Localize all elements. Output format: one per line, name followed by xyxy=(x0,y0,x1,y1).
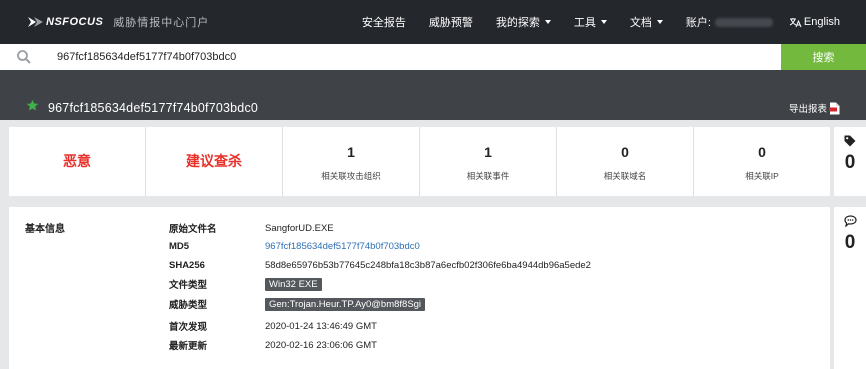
stat-label: 相关联事件 xyxy=(466,171,510,181)
tags-count: 0 xyxy=(844,152,856,173)
tag-icon xyxy=(844,135,856,147)
language-switch[interactable]: English xyxy=(789,16,840,28)
row-label: MD5 xyxy=(169,240,190,252)
stat-label: 相关联IP xyxy=(745,171,779,181)
comments-count: 0 xyxy=(844,232,856,253)
chevron-down-icon xyxy=(600,20,607,24)
info-row-first-seen: 首次发现 2020-01-24 13:46:49 GMT xyxy=(169,318,377,334)
result-header: 967fcf185634def5177f74b0f703bdc0 导出报表 xyxy=(0,70,866,120)
stat-label: 相关联域名 xyxy=(603,171,647,181)
file-type-tag: Win32 EXE xyxy=(265,277,322,291)
verdict-card: 恶意 xyxy=(9,127,146,196)
row-label: 文件类型 xyxy=(169,280,208,291)
translate-icon xyxy=(789,17,802,27)
logo-mark-icon xyxy=(28,17,43,27)
stat-value: 0 xyxy=(758,144,766,160)
export-report-button[interactable]: 导出报表 xyxy=(789,101,840,115)
row-value: 2020-01-24 13:46:49 GMT xyxy=(265,320,377,332)
account-name-redacted xyxy=(714,17,773,27)
info-row-sha256: SHA256 58d8e65976b53b77645c248bfa18c3b87… xyxy=(169,257,591,273)
search-bar: 搜索 xyxy=(0,44,866,70)
nav-item-tools[interactable]: 工具 xyxy=(574,14,607,30)
pdf-icon xyxy=(829,102,840,114)
stat-card-ips[interactable]: 0 相关联IP xyxy=(694,127,830,196)
search-input[interactable] xyxy=(53,44,779,70)
info-row-filename: 原始文件名 SangforUD.EXE xyxy=(169,220,334,236)
tags-panel[interactable]: 0 xyxy=(834,127,866,196)
search-icon xyxy=(17,50,31,64)
info-row-filetype: 文件类型 Win32 EXE xyxy=(169,276,322,292)
info-row-threat-type: 威胁类型 Gen:Trojan.Heur.TP.Ay0@bm8f8Sgi xyxy=(169,296,426,312)
section-heading: 基本信息 xyxy=(25,224,65,235)
search-button[interactable]: 搜索 xyxy=(781,44,866,70)
summary-panel: 恶意 建议查杀 1 相关联攻击组织 1 相关联事件 0 相关联域名 0 相关联I… xyxy=(9,127,830,196)
nav-menu: 安全报告 威胁预警 我的探索 工具 文档 账户: English xyxy=(339,0,866,44)
page-title: 967fcf185634def5177f74b0f703bdc0 xyxy=(48,101,259,115)
nav-item-label: 威胁预警 xyxy=(428,17,473,29)
language-label: English xyxy=(803,16,840,28)
row-value: SangforUD.EXE xyxy=(265,222,334,234)
row-value: 58d8e65976b53b77645c248bfa18c3b87a6ecfb0… xyxy=(265,259,591,271)
info-row-md5: MD5 967fcf185634def5177f74b0f703bdc0 xyxy=(169,238,420,254)
nav-item-label: 我的探索 xyxy=(495,17,540,29)
account-label: 账户: xyxy=(685,17,711,29)
comment-icon xyxy=(843,215,857,228)
row-label: 威胁类型 xyxy=(169,300,208,311)
row-value: 2020-02-16 23:06:06 GMT xyxy=(265,339,377,351)
info-row-last-updated: 最新更新 2020-02-16 23:06:06 GMT xyxy=(169,337,377,353)
row-label: 原始文件名 xyxy=(169,224,217,235)
top-navbar: NSFOCUS 威胁情报中心门户 安全报告 威胁预警 我的探索 工具 文档 账户… xyxy=(0,0,866,44)
nav-item-security-report[interactable]: 安全报告 xyxy=(362,14,406,30)
stat-value: 0 xyxy=(621,144,629,160)
basic-info-panel: 基本信息 原始文件名 SangforUD.EXE MD5 967fcf18563… xyxy=(9,207,830,369)
stat-card-domains[interactable]: 0 相关联域名 xyxy=(557,127,694,196)
stat-value: 1 xyxy=(347,144,355,160)
portal-name: 威胁情报中心门户 xyxy=(113,17,210,29)
chevron-down-icon xyxy=(656,20,663,24)
row-label: 首次发现 xyxy=(169,322,208,333)
nsfocus-logo[interactable]: NSFOCUS 威胁情报中心门户 xyxy=(28,14,209,30)
stat-card-attack-groups[interactable]: 1 相关联攻击组织 xyxy=(283,127,420,196)
md5-link[interactable]: 967fcf185634def5177f74b0f703bdc0 xyxy=(265,241,420,252)
star-icon[interactable] xyxy=(26,99,39,112)
stat-label: 相关联攻击组织 xyxy=(321,171,381,181)
nav-item-docs[interactable]: 文档 xyxy=(630,14,663,30)
recommendation-card: 建议查杀 xyxy=(146,127,283,196)
stat-value: 1 xyxy=(484,144,492,160)
verdict-label: 恶意 xyxy=(63,153,91,169)
recommendation-label: 建议查杀 xyxy=(186,153,242,169)
comments-panel[interactable]: 0 xyxy=(834,207,866,369)
logo-text: NSFOCUS xyxy=(46,16,104,28)
nav-item-label: 安全报告 xyxy=(361,17,406,29)
nav-item-threat-alert[interactable]: 威胁预警 xyxy=(429,14,473,30)
export-label: 导出报表 xyxy=(788,104,827,115)
nav-item-label: 工具 xyxy=(573,17,596,29)
nav-item-label: 文档 xyxy=(629,17,652,29)
nav-item-my-explore[interactable]: 我的探索 xyxy=(496,14,551,30)
row-label: SHA256 xyxy=(169,259,205,271)
nav-item-account[interactable]: 账户: xyxy=(686,14,773,30)
threat-type-tag: Gen:Trojan.Heur.TP.Ay0@bm8f8Sgi xyxy=(265,297,426,311)
row-label: 最新更新 xyxy=(169,341,208,352)
stat-card-events[interactable]: 1 相关联事件 xyxy=(420,127,557,196)
chevron-down-icon xyxy=(544,20,551,24)
